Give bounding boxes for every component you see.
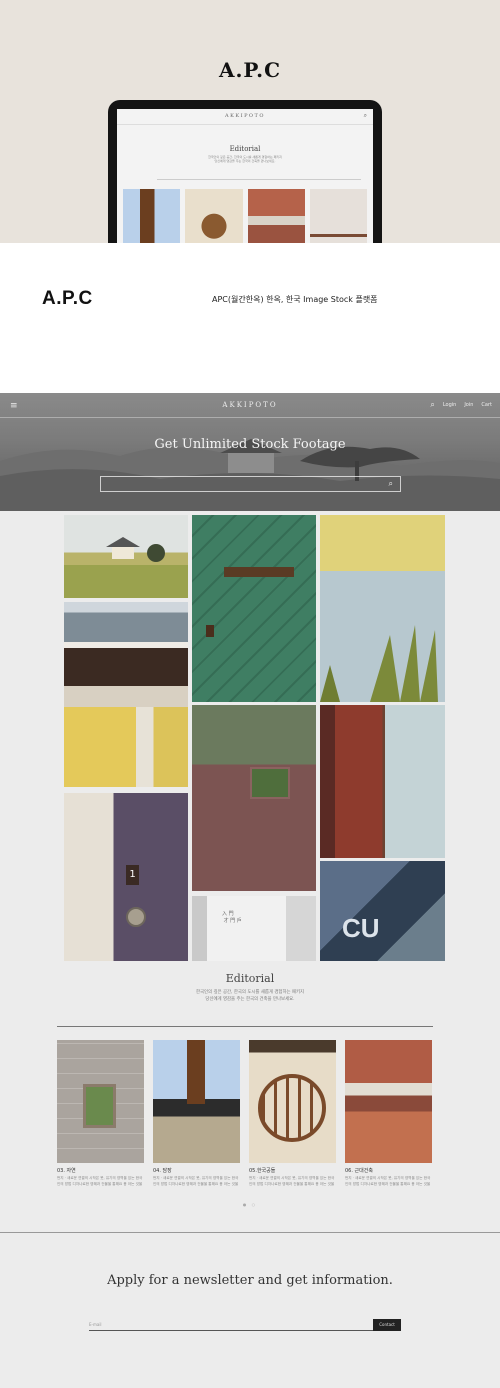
editorial-desc-line: 당신에게 영감을 주는 한국의 건축을 만나보세요.: [205, 997, 295, 1002]
tablet-logo: AKKIPOTO: [225, 113, 265, 119]
intro-logo: A.P.C: [42, 288, 93, 309]
editorial-card-title: 04. 담장: [153, 1168, 172, 1174]
search-icon[interactable]: ⌕: [430, 400, 434, 410]
door-knob: [126, 907, 146, 927]
cart-link[interactable]: Cart: [481, 402, 492, 408]
gallery-photo-purple-door[interactable]: 1: [64, 793, 188, 961]
editorial-card[interactable]: 03. 자연 먼지 · 새로운 연결의 시작은 못, 유기의 영역을 있는 한국…: [57, 1040, 144, 1187]
editorial-card-text: 먼지 · 새로운 연결의 시작은 못, 유기의 영역을 있는 한국인의 방법 디…: [345, 1176, 431, 1186]
login-link[interactable]: Login: [443, 402, 457, 408]
grass-shape: [320, 625, 438, 702]
door-latch: [224, 567, 294, 577]
gallery-photo-red-door-frame[interactable]: [320, 705, 445, 858]
banner-heading: Get Unlimited Stock Footage: [154, 437, 346, 452]
tablet-nav: AKKIPOTO ⌕: [117, 109, 373, 125]
editorial-card[interactable]: 05.한국공들 먼지 · 새로운 연결의 시작은 못, 유기의 영역을 있는 한…: [249, 1040, 336, 1187]
banner-landscape-image: [0, 439, 500, 511]
tablet-editorial-desc: 한국인의 깊은 공간, 한국의 도시를 새롭게 경험하는 패키지 당신에게 영감…: [117, 155, 373, 163]
peeling-letter-graphic: CU: [342, 913, 380, 943]
gallery-photo-sign-board[interactable]: 入 門 才 門 戶: [192, 896, 316, 961]
gallery-photo-blue-wall-grass[interactable]: [320, 515, 445, 702]
site-logo[interactable]: AKKIPOTO: [0, 401, 500, 409]
editorial-card-image-window: [249, 1040, 336, 1163]
editorial-desc-line: 한국인의 깊은 공간, 한국의 도시를 새롭게 경험하는 패키지: [195, 990, 305, 995]
editorial-card-list: 03. 자연 먼지 · 새로운 연결의 시작은 못, 유기의 영역을 있는 한국…: [57, 1040, 433, 1187]
email-field[interactable]: E-mail: [89, 1319, 373, 1331]
tablet-image-table: [309, 189, 367, 243]
gallery-photo-peeling-letters[interactable]: CU: [320, 861, 445, 961]
tablet-image-brick: [247, 189, 305, 243]
site-banner: ≡ AKKIPOTO ⌕ Login Join Cart Get Unlimit…: [0, 393, 500, 511]
editorial-card-image-nature: [57, 1040, 144, 1163]
editorial-card[interactable]: 06. 근대건축 먼지 · 새로운 연결의 시작은 못, 유기의 영역을 있는 …: [345, 1040, 432, 1187]
wall-window: [250, 767, 290, 799]
editorial-title: Editorial: [225, 972, 275, 985]
tablet-screen: AKKIPOTO ⌕ Editorial 한국인의 깊은 공간, 한국의 도시를…: [117, 109, 373, 243]
tablet-image-wall: [123, 189, 181, 243]
editorial-card-image-brick: [345, 1040, 432, 1163]
wall-opening: [83, 1084, 116, 1128]
divider: [57, 1026, 433, 1027]
editorial-card-text: 먼지 · 새로운 연결의 시작은 못, 유기의 영역을 있는 한국인의 방법 디…: [249, 1176, 335, 1186]
hanok-hill-shape: [106, 537, 165, 562]
door-number-label: 1: [126, 865, 139, 885]
nav-right: ⌕ Login Join Cart: [430, 400, 492, 410]
editorial-description: 한국인의 깊은 공간, 한국의 도시를 새롭게 경험하는 패키지 당신에게 영감…: [0, 989, 500, 1003]
gallery-photo-hanok-hill[interactable]: [64, 515, 188, 598]
search-icon: ⌕: [363, 112, 367, 119]
intro-description: APC(월간한옥) 한옥, 한국 Image Stock 플랫폼: [212, 295, 378, 304]
tablet-image-row: [123, 189, 367, 243]
editorial-card-image-wall: [153, 1040, 240, 1163]
site-nav: ≡ AKKIPOTO ⌕ Login Join Cart: [0, 393, 500, 418]
gallery-photo-yellow-wall[interactable]: [64, 707, 188, 787]
brand-title: A.P.C: [218, 58, 282, 82]
gallery-photo-green-door[interactable]: [192, 515, 316, 702]
tablet-mockup: AKKIPOTO ⌕ Editorial 한국인의 깊은 공간, 한국의 도시를…: [108, 100, 382, 243]
join-link[interactable]: Join: [464, 402, 473, 408]
divider: [0, 1232, 500, 1233]
round-window: [258, 1074, 326, 1142]
editorial-card-text: 먼지 · 새로운 연결의 시작은 못, 유기의 영역을 있는 한국인의 방법 디…: [57, 1176, 143, 1186]
editorial-card-title: 03. 자연: [57, 1168, 76, 1174]
newsletter-form: E-mail Contact: [89, 1319, 401, 1331]
editorial-card-text: 먼지 · 새로운 연결의 시작은 못, 유기의 영역을 있는 한국인의 방법 디…: [153, 1176, 239, 1186]
editorial-card-title: 06. 근대건축: [345, 1168, 373, 1174]
tablet-desc-line: 당신에게 영감을 주는 한국의 건축을 만나보세요.: [214, 159, 276, 163]
editorial-card-title: 05.한국공들: [249, 1168, 276, 1174]
gallery-photo-brick-wall[interactable]: [192, 705, 316, 891]
carousel-pagination[interactable]: ● ○: [0, 1202, 500, 1207]
newsletter-title: Apply for a newsletter and get informati…: [107, 1273, 393, 1288]
intro-section: A.P.C APC(월간한옥) 한옥, 한국 Image Stock 플랫폼: [0, 243, 500, 393]
contact-button[interactable]: Contact: [373, 1319, 401, 1331]
hero-section: A.P.C AKKIPOTO ⌕ Editorial 한국인의 깊은 공간, 한…: [0, 0, 500, 243]
tablet-image-window: [185, 189, 243, 243]
editorial-card[interactable]: 04. 담장 먼지 · 새로운 연결의 시작은 못, 유기의 영역을 있는 한국…: [153, 1040, 240, 1187]
search-icon[interactable]: ⌕: [389, 479, 393, 489]
gallery-photo-roof-tiles[interactable]: [64, 602, 188, 707]
banner-search-input[interactable]: ⌕: [100, 476, 401, 492]
door-lock: [206, 625, 214, 637]
sign-text: 入 門 才 門 戶: [222, 911, 242, 924]
divider: [157, 179, 361, 180]
wall-pillar: [187, 1040, 205, 1104]
photo-gallery: 1 入 門 才 門 戶 CU: [0, 511, 500, 971]
tablet-editorial-title: Editorial: [229, 145, 261, 153]
